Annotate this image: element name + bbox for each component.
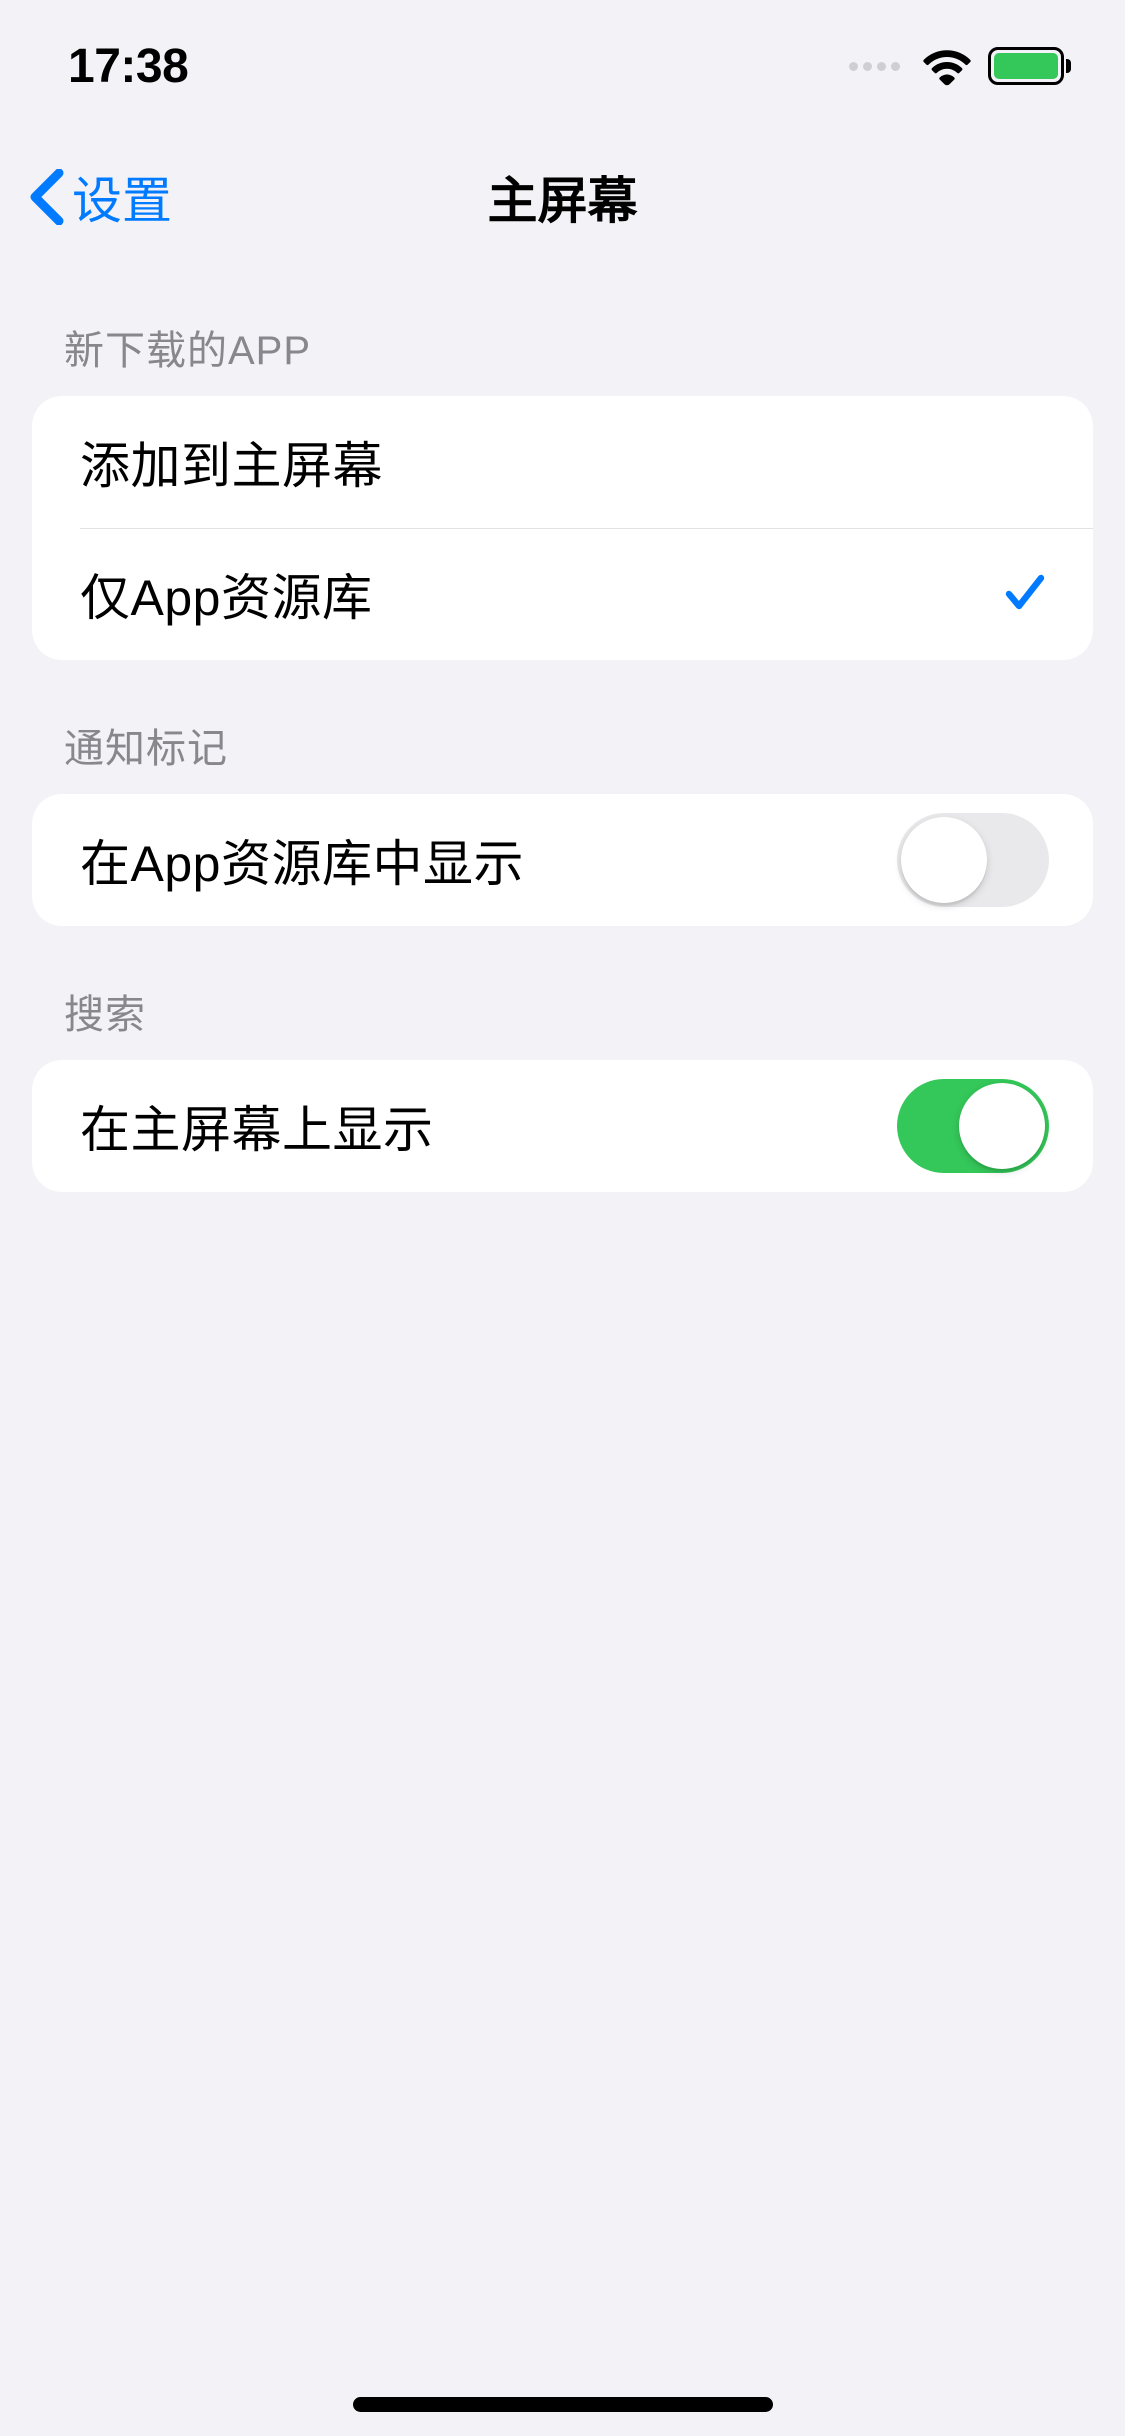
row-show-on-home: 在主屏幕上显示: [32, 1060, 1093, 1192]
option-add-to-home[interactable]: 添加到主屏幕: [32, 396, 1093, 528]
page-title: 主屏幕: [488, 161, 638, 233]
new-apps-group: 添加到主屏幕 仅App资源库: [32, 396, 1093, 660]
toggle-show-on-home[interactable]: [897, 1079, 1049, 1173]
section-header-badges: 通知标记: [32, 660, 1093, 794]
status-indicators: [849, 46, 1071, 86]
search-group: 在主屏幕上显示: [32, 1060, 1093, 1192]
section-header-new-apps: 新下载的APP: [32, 262, 1093, 396]
navigation-bar: 设置 主屏幕: [0, 132, 1125, 262]
badges-group: 在App资源库中显示: [32, 794, 1093, 926]
checkmark-icon: [1001, 570, 1049, 618]
back-label: 设置: [72, 161, 172, 233]
battery-icon: [988, 47, 1071, 85]
row-label: 在主屏幕上显示: [80, 1090, 434, 1162]
option-label: 添加到主屏幕: [80, 426, 383, 498]
status-time: 17:38: [68, 39, 188, 94]
row-show-in-app-library: 在App资源库中显示: [32, 794, 1093, 926]
toggle-show-in-app-library[interactable]: [897, 813, 1049, 907]
status-bar: 17:38: [0, 0, 1125, 132]
back-button[interactable]: 设置: [26, 161, 172, 233]
section-header-search: 搜索: [32, 926, 1093, 1060]
wifi-icon: [922, 46, 972, 86]
cellular-icon: [849, 62, 900, 71]
option-label: 仅App资源库: [80, 558, 372, 630]
home-indicator[interactable]: [353, 2397, 773, 2412]
chevron-left-icon: [26, 169, 64, 225]
option-app-library-only[interactable]: 仅App资源库: [32, 528, 1093, 660]
row-label: 在App资源库中显示: [80, 824, 524, 896]
